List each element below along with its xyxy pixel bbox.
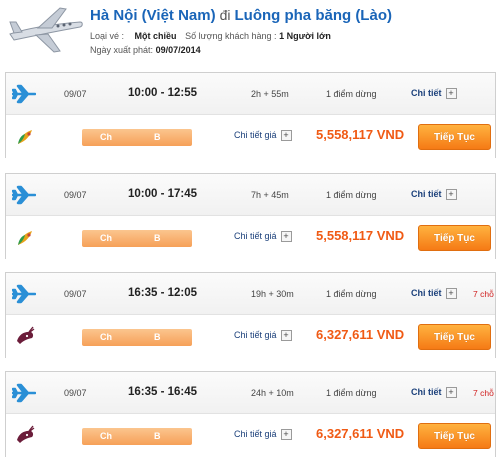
price-detail-link[interactable]: Chi tiết giá + [234, 130, 292, 142]
flight-stops: 1 điểm dừng [326, 190, 377, 200]
seats-left-badge: 7 chỗ [473, 388, 494, 398]
passengers-value: 1 Người lớn [279, 31, 331, 41]
flight-date: 09/07 [64, 388, 87, 398]
continue-button[interactable]: Tiếp Tục [418, 124, 491, 150]
fare-class-b: B [154, 233, 161, 243]
fare-class-a: Ch [100, 431, 112, 441]
fare-class-bar: Ch B [82, 428, 192, 445]
vietnam-airlines-lotus-icon [14, 227, 36, 249]
flight-date: 09/07 [64, 190, 87, 200]
qatar-oryx-icon [14, 425, 36, 447]
price-detail-label: Chi tiết giá [234, 429, 277, 439]
flight-price-row: Ch B Chi tiết giá + 5,558,117 VND Tiếp Tụ… [6, 216, 495, 260]
fare-class-b: B [154, 132, 161, 142]
flight-card: 09/07 10:00 - 12:55 2h + 55m 1 điểm dừng… [5, 72, 496, 159]
detail-label: Chi tiết [411, 288, 442, 298]
seats-left-badge: 7 chỗ [473, 289, 494, 299]
expand-plus-icon[interactable]: + [445, 288, 457, 300]
jet-plane-logo [9, 7, 83, 53]
flight-date: 09/07 [64, 89, 87, 99]
departure-label: Ngày xuất phát: [90, 45, 154, 55]
price-detail-label: Chi tiết giá [234, 330, 277, 340]
departure-info-line: Ngày xuất phát: 09/07/2014 [90, 45, 201, 55]
destination-city: Luông pha băng (Lào) [234, 7, 392, 24]
trip-type-label: Loại vé : [90, 31, 125, 41]
flight-summary-row: 09/07 10:00 - 12:55 2h + 55m 1 điểm dừng… [6, 73, 495, 115]
trip-info-line: Loại vé : Một chiều Số lượng khách hàng … [90, 31, 331, 41]
expand-plus-icon[interactable]: + [445, 88, 457, 100]
flight-time: 16:35 - 16:45 [128, 386, 198, 398]
origin-city: Hà Nội (Việt Nam) [90, 7, 216, 24]
price-detail-link[interactable]: Chi tiết giá + [234, 231, 292, 243]
fare-class-bar: Ch B [82, 129, 192, 146]
price-detail-label: Chi tiết giá [234, 130, 277, 140]
fare-class-a: Ch [100, 132, 112, 142]
flight-stops: 1 điểm dừng [326, 89, 377, 99]
continue-button[interactable]: Tiếp Tục [418, 324, 491, 350]
flight-duration: 24h + 10m [251, 388, 294, 398]
flight-duration: 19h + 30m [251, 289, 294, 299]
flight-price: 5,558,117 VND [316, 127, 405, 142]
flight-price: 5,558,117 VND [316, 228, 405, 243]
flight-summary-row: 09/07 16:35 - 16:45 24h + 10m 1 điểm dừn… [6, 372, 495, 414]
fare-class-a: Ch [100, 233, 112, 243]
price-detail-label: Chi tiết giá [234, 231, 277, 241]
price-detail-link[interactable]: Chi tiết giá + [234, 330, 292, 342]
detail-label: Chi tiết [411, 387, 442, 397]
expand-plus-icon[interactable]: + [280, 231, 292, 243]
flight-date: 09/07 [64, 289, 87, 299]
passengers-label: Số lượng khách hàng : [185, 31, 277, 41]
route-connector: đi [219, 7, 231, 23]
flight-detail-link[interactable]: Chi tiết + [411, 387, 457, 399]
search-header: Hà Nội (Việt Nam) đi Luông pha băng (Lào) … [0, 0, 500, 62]
airplane-icon [11, 383, 37, 403]
flight-price-row: Ch B Chi tiết giá + 5,558,117 VND Tiếp Tụ… [6, 115, 495, 159]
vietnam-airlines-lotus-icon [14, 126, 36, 148]
continue-button[interactable]: Tiếp Tục [418, 423, 491, 449]
flight-detail-link[interactable]: Chi tiết + [411, 288, 457, 300]
flight-summary-row: 09/07 16:35 - 12:05 19h + 30m 1 điểm dừn… [6, 273, 495, 315]
flight-card: 09/07 16:35 - 16:45 24h + 10m 1 điểm dừn… [5, 371, 496, 457]
continue-button[interactable]: Tiếp Tục [418, 225, 491, 251]
flight-price-row: Ch B Chi tiết giá + 6,327,611 VND Tiếp Tụ… [6, 315, 495, 359]
trip-type-value: Một chiều [134, 31, 177, 41]
flight-stops: 1 điểm dừng [326, 289, 377, 299]
flight-detail-link[interactable]: Chi tiết + [411, 88, 457, 100]
flight-price-row: Ch B Chi tiết giá + 6,327,611 VND Tiếp Tụ… [6, 414, 495, 457]
flight-card: 09/07 10:00 - 17:45 7h + 45m 1 điểm dừng… [5, 173, 496, 260]
price-detail-link[interactable]: Chi tiết giá + [234, 429, 292, 441]
flight-duration: 2h + 55m [251, 89, 289, 99]
route-title: Hà Nội (Việt Nam) đi Luông pha băng (Lào) [90, 7, 392, 24]
fare-class-bar: Ch B [82, 230, 192, 247]
flight-time: 10:00 - 17:45 [128, 188, 198, 200]
flight-price: 6,327,611 VND [316, 426, 405, 441]
flight-summary-row: 09/07 10:00 - 17:45 7h + 45m 1 điểm dừng… [6, 174, 495, 216]
expand-plus-icon[interactable]: + [445, 189, 457, 201]
expand-plus-icon[interactable]: + [445, 387, 457, 399]
flight-duration: 7h + 45m [251, 190, 289, 200]
flight-time: 16:35 - 12:05 [128, 287, 198, 299]
departure-date: 09/07/2014 [155, 45, 201, 55]
airplane-icon [11, 185, 37, 205]
expand-plus-icon[interactable]: + [280, 330, 292, 342]
expand-plus-icon[interactable]: + [280, 130, 292, 142]
airplane-icon [11, 84, 37, 104]
detail-label: Chi tiết [411, 189, 442, 199]
flight-detail-link[interactable]: Chi tiết + [411, 189, 457, 201]
fare-class-b: B [154, 431, 161, 441]
fare-class-bar: Ch B [82, 329, 192, 346]
expand-plus-icon[interactable]: + [280, 429, 292, 441]
qatar-oryx-icon [14, 326, 36, 348]
detail-label: Chi tiết [411, 88, 442, 98]
flight-price: 6,327,611 VND [316, 327, 405, 342]
flight-card: 09/07 16:35 - 12:05 19h + 30m 1 điểm dừn… [5, 272, 496, 359]
flight-stops: 1 điểm dừng [326, 388, 377, 398]
fare-class-a: Ch [100, 332, 112, 342]
fare-class-b: B [154, 332, 161, 342]
airplane-icon [11, 284, 37, 304]
flight-time: 10:00 - 12:55 [128, 87, 198, 99]
